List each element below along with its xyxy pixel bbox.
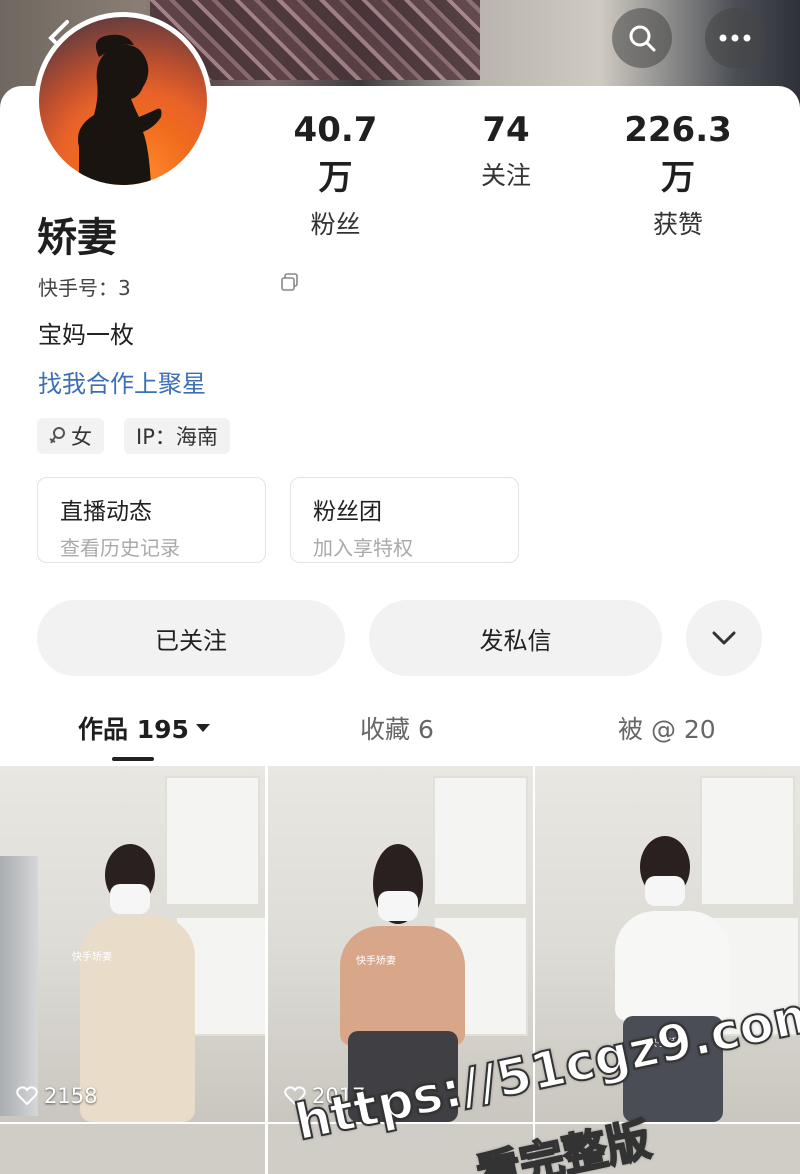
gender-tag: 女 — [37, 418, 104, 454]
cooperation-link[interactable]: 找我合作上聚星 — [38, 364, 206, 399]
stat-label: 关注 — [480, 161, 531, 190]
card-subtitle: 查看历史记录 — [60, 536, 180, 560]
tab-label: 被 @ 20 — [618, 715, 716, 744]
video-overlay-text: 快手矫妻 — [356, 956, 396, 967]
female-icon — [49, 427, 65, 444]
stat-following[interactable]: 74 关注 — [470, 110, 542, 192]
card-subtitle: 加入享特权 — [313, 536, 413, 560]
follow-button[interactable]: 已关注 — [37, 600, 345, 676]
card-title: 粉丝团 — [313, 499, 382, 525]
message-button[interactable]: 发私信 — [369, 600, 662, 676]
expand-button[interactable] — [686, 600, 762, 676]
stat-followers[interactable]: 40.7万 粉丝 — [278, 110, 393, 241]
likes-count: 2158 — [44, 1084, 98, 1108]
profile-bio: 宝妈一枚 — [38, 321, 134, 349]
video-overlay-text: 快手矫妻 — [72, 952, 112, 963]
live-history-card[interactable]: 直播动态 查看历史记录 — [37, 477, 266, 563]
card-title: 直播动态 — [60, 499, 152, 525]
stat-value: 40.7万 — [293, 110, 378, 198]
tab-label: 收藏 6 — [360, 715, 434, 744]
search-button[interactable] — [612, 8, 672, 68]
stat-value: 74 — [482, 110, 530, 150]
search-icon — [629, 25, 656, 52]
ip-label: IP：海南 — [136, 425, 218, 449]
stat-value: 226.3万 — [624, 110, 732, 198]
video-thumbnail[interactable]: 快手矫妻 2158 — [0, 766, 265, 1122]
tab-favorites[interactable]: 收藏 6 — [360, 710, 434, 746]
kuaishou-id: 快手号：3 — [38, 276, 131, 300]
silhouette-image — [78, 34, 162, 185]
copy-icon[interactable] — [280, 272, 300, 296]
tab-mentions[interactable]: 被 @ 20 — [618, 710, 716, 746]
gender-label: 女 — [71, 425, 92, 449]
avatar[interactable] — [34, 12, 212, 190]
more-button[interactable] — [705, 8, 765, 68]
caret-down-icon — [195, 724, 210, 732]
video-likes: 2158 — [16, 1084, 97, 1108]
stat-label: 粉丝 — [310, 210, 361, 239]
chevron-down-icon — [712, 631, 736, 645]
video-thumbnail[interactable] — [0, 1124, 265, 1174]
ip-tag: IP：海南 — [124, 418, 230, 454]
tab-works[interactable]: 作品 195 — [78, 710, 211, 746]
fan-club-card[interactable]: 粉丝团 加入享特权 — [290, 477, 519, 563]
stat-label: 获赞 — [652, 210, 703, 239]
tab-label: 作品 195 — [78, 715, 189, 744]
heart-icon — [16, 1086, 38, 1106]
stat-likes[interactable]: 226.3万 获赞 — [608, 110, 748, 241]
tab-underline — [112, 757, 154, 761]
profile-name: 矫妻 — [37, 215, 117, 261]
more-dots-icon — [719, 34, 751, 42]
